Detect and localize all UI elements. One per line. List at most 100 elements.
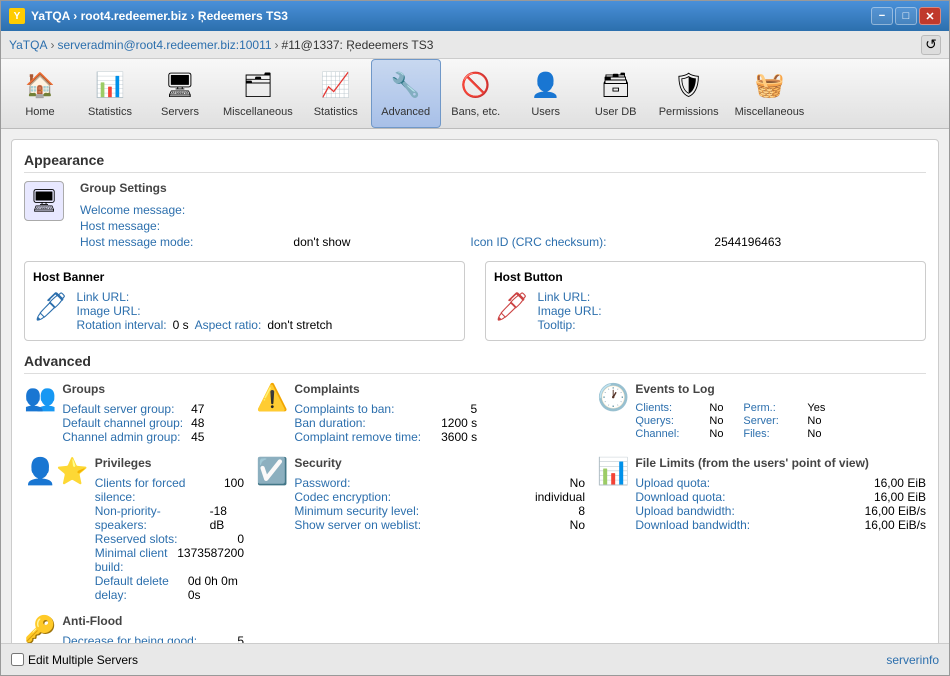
advanced-section: Advanced 👥 Groups Default server group: xyxy=(24,353,926,643)
maximize-button[interactable]: □ xyxy=(895,7,917,25)
ban-duration-link[interactable]: Ban duration: xyxy=(294,416,365,430)
toolbar-statistics1[interactable]: 📊 Statistics xyxy=(75,59,145,128)
advanced-title: Advanced xyxy=(24,353,926,374)
decrease-good-link[interactable]: Decrease for being good: xyxy=(62,634,197,643)
banner-linkurl[interactable]: Link URL: xyxy=(77,290,130,304)
security-icon: ☑️ xyxy=(256,456,288,487)
complaints-to-ban-val: 5 xyxy=(470,402,477,416)
upload-bandwidth-link[interactable]: Upload bandwidth: xyxy=(635,504,734,518)
anti-flood-box: 🔑 Anti-Flood Decrease for being good: 5 … xyxy=(24,614,244,643)
toolbar-home-label: Home xyxy=(25,106,54,118)
close-button[interactable]: ✕ xyxy=(919,7,941,25)
host-message-mode-link[interactable]: Host message mode: xyxy=(80,235,193,249)
bans-icon: 🚫 xyxy=(460,70,492,102)
channel-link[interactable]: Channel: xyxy=(635,428,705,440)
toolbar-statistics2[interactable]: 📈 Statistics xyxy=(301,59,371,128)
addr-current: #11@1337: Ŗedeemers TS3 xyxy=(282,38,434,52)
delete-delay-val: 0d 0h 0m 0s xyxy=(188,574,244,602)
minimal-build-link[interactable]: Minimal client build: xyxy=(95,546,178,574)
events-box: 🕐 Events to Log Clients: No Perm.: Yes Q… xyxy=(597,382,926,444)
host-message-link[interactable]: Host message: xyxy=(80,219,781,233)
minimal-build-val: 1373587200 xyxy=(177,546,244,574)
non-priority-val: -18 dB xyxy=(210,504,244,532)
edit-multiple-checkbox[interactable] xyxy=(11,653,24,666)
toolbar-misc2-label: Miscellaneous xyxy=(735,106,805,118)
dont-show-value: don't show xyxy=(293,235,350,249)
home-icon: 🏠 xyxy=(24,70,56,102)
delete-delay-link[interactable]: Default delete delay: xyxy=(95,574,188,602)
permissions-icon: 🛡 xyxy=(673,70,705,102)
hbtn-linkurl[interactable]: Link URL: xyxy=(538,290,591,304)
host-banner-box: Host Banner 🖊 Link URL: Image URL: Rotat… xyxy=(24,261,465,341)
hbtn-tooltip[interactable]: Tooltip: xyxy=(538,318,576,332)
default-channel-group-link[interactable]: Default channel group: xyxy=(62,416,183,430)
icon-id-label[interactable]: Icon ID (CRC checksum): xyxy=(470,235,606,249)
show-weblist-link[interactable]: Show server on weblist: xyxy=(294,518,421,532)
toolbar-home[interactable]: 🏠 Home xyxy=(5,59,75,128)
password-link[interactable]: Password: xyxy=(294,476,350,490)
toolbar-servers[interactable]: 🖥 Servers xyxy=(145,59,215,128)
toolbar-permissions[interactable]: 🛡 Permissions xyxy=(651,59,727,128)
rotation-interval-link[interactable]: Rotation interval: xyxy=(77,318,167,332)
toolbar: 🏠 Home 📊 Statistics 🖥 Servers 🗂 Miscella… xyxy=(1,59,949,129)
toolbar-servers-label: Servers xyxy=(161,106,199,118)
events-icon: 🕐 xyxy=(597,382,629,413)
appearance-title: Appearance xyxy=(24,152,926,173)
bottom-bar: Edit Multiple Servers serverinfo xyxy=(1,643,949,675)
querys-link[interactable]: Querys: xyxy=(635,415,705,427)
server-val: No xyxy=(807,415,837,427)
banner-imageurl[interactable]: Image URL: xyxy=(77,304,141,318)
file-limits-icon: 📊 xyxy=(597,456,629,487)
toolbar-advanced[interactable]: 🔧 Advanced xyxy=(371,59,441,128)
upload-quota-link[interactable]: Upload quota: xyxy=(635,476,710,490)
toolbar-users[interactable]: 👤 Users xyxy=(511,59,581,128)
monitor-icon: 🖥 xyxy=(24,181,64,221)
download-bandwidth-link[interactable]: Download bandwidth: xyxy=(635,518,750,532)
toolbar-bans[interactable]: 🚫 Bans, etc. xyxy=(441,59,511,128)
addr-yatqa[interactable]: YaTQA xyxy=(9,38,47,52)
reserved-slots-link[interactable]: Reserved slots: xyxy=(95,532,178,546)
decrease-good-val: 5 xyxy=(237,634,244,643)
panel-background: Appearance 🖥 Group Settings Welcome mess… xyxy=(11,139,939,643)
toolbar-misc2[interactable]: 🧺 Miscellaneous xyxy=(727,59,813,128)
non-priority-link[interactable]: Non-priority-speakers: xyxy=(95,504,210,532)
title-bar: Y YaTQA › root4.redeemer.biz › Ŗedeemers… xyxy=(1,1,949,31)
statistics1-icon: 📊 xyxy=(94,70,126,102)
querys-val: No xyxy=(709,415,739,427)
default-server-group-val: 47 xyxy=(191,402,204,416)
channel-admin-group-link[interactable]: Channel admin group: xyxy=(62,430,180,444)
upload-bandwidth-val: 16,00 EiB/s xyxy=(865,504,926,518)
clients-link[interactable]: Clients: xyxy=(635,402,705,414)
serverinfo-link[interactable]: serverinfo xyxy=(886,653,939,667)
toolbar-misc1[interactable]: 🗂 Miscellaneous xyxy=(215,59,301,128)
welcome-message-link[interactable]: Welcome message: xyxy=(80,203,781,217)
download-quota-link[interactable]: Download quota: xyxy=(635,490,725,504)
server-link[interactable]: Server: xyxy=(743,415,803,427)
privileges-title: Privileges xyxy=(95,456,244,470)
min-security-link[interactable]: Minimum security level: xyxy=(294,504,419,518)
host-button-title: Host Button xyxy=(494,270,917,284)
window-title: YaTQA › root4.redeemer.biz › Ŗedeemers T… xyxy=(31,9,288,23)
default-server-group-link[interactable]: Default server group: xyxy=(62,402,174,416)
toolbar-statistics1-label: Statistics xyxy=(88,106,132,118)
clients-silence-link[interactable]: Clients for forced silence: xyxy=(95,476,224,504)
addr-server[interactable]: serveradmin@root4.redeemer.biz:10011 xyxy=(57,38,271,52)
privileges-box: 👤⭐ Privileges Clients for forced silence… xyxy=(24,456,244,602)
back-button[interactable]: ↺ xyxy=(921,35,941,55)
toolbar-userdb[interactable]: 🗃 User DB xyxy=(581,59,651,128)
edit-multiple-row: Edit Multiple Servers xyxy=(11,653,138,667)
min-security-val: 8 xyxy=(578,504,585,518)
toolbar-userdb-label: User DB xyxy=(595,106,637,118)
complaints-to-ban-link[interactable]: Complaints to ban: xyxy=(294,402,394,416)
banner-links: Link URL: Image URL: Rotation interval: … xyxy=(77,290,333,332)
aspect-ratio-link[interactable]: Aspect ratio: xyxy=(195,318,262,332)
hbtn-imageurl[interactable]: Image URL: xyxy=(538,304,602,318)
codec-encryption-val: individual xyxy=(535,490,585,504)
files-link[interactable]: Files: xyxy=(743,428,803,440)
complaint-remove-time-link[interactable]: Complaint remove time: xyxy=(294,430,421,444)
password-val: No xyxy=(570,476,585,490)
perm-link[interactable]: Perm.: xyxy=(743,402,803,414)
codec-encryption-link[interactable]: Codec encryption: xyxy=(294,490,391,504)
minimize-button[interactable]: − xyxy=(871,7,893,25)
file-limits-box: 📊 File Limits (from the users' point of … xyxy=(597,456,926,602)
